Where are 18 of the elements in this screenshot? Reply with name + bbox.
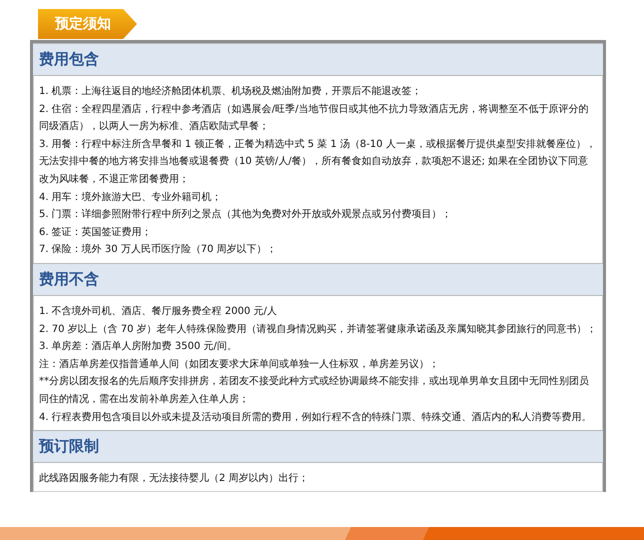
list-item: 4. 用车：境外旅游大巴、专业外籍司机； <box>39 190 223 205</box>
list-item: 2. 住宿：全程四星酒店，行程中参考酒店（如遇展会/旺季/当地节假日或其他不抗力导致酒店无房，将调整至不低于原评分的同级酒店），以两人一房为标准、酒店欧陆式早餐； <box>39 102 590 134</box>
section-heading: 费用包含 <box>33 43 603 76</box>
list-item: 2. 70 岁以上（含 70 岁）老年人特殊保险费用（请视自身情况购买，并请签署健康承诺函及亲属知晓其参团旅行的同意书）； <box>39 322 597 337</box>
section-tag: 预定须知 <box>38 9 137 39</box>
list-item: 此线路因服务能力有限，无法接待婴儿（2 周岁以内）出行； <box>39 472 310 486</box>
list-item: **分房以团友报名的先后顺序安排拼房，若团友不接受此种方式或经协调最终不能安排，或出现单男单女且团中无同性别团员同住的情况，需在出发前补单房差入住单人房； <box>39 374 590 407</box>
list-item: 7. 保险：境外 30 万人民币医疗险（70 周岁以下）； <box>39 242 278 258</box>
list-item: 1. 机票：上海往返目的地经济舱团体机票、机场税及燃油附加费，开票后不能退改签； <box>39 84 423 99</box>
list-item: 3. 单房差：酒店单人房附加费 3500 元/间。 <box>39 340 238 354</box>
list-item: 3. 用餐：行程中标注所含早餐和 1 顿正餐，正餐为精选中式 5 菜 1 汤（8-10 人一桌，或根据餐厅提供桌型安排就餐座位），无法安排中餐的地方将安排当地餐或退餐费（10 英镑/人/餐），所有餐食如自动放弃，款项恕不退还; 如果在全团协议下同意改为风味餐，不退正常团餐费用； <box>39 138 597 187</box>
list-item: 4. 行程表费用包含项目以外或未提及活动项目所需的费用，例如行程不含的特殊门票、特殊交通、酒店内的私人消费等费用。 <box>39 410 593 424</box>
list-item: 6. 签证：英国签证费用； <box>39 226 153 240</box>
section-heading: 费用不含 <box>33 262 603 296</box>
section-heading: 预订限制 <box>33 430 603 464</box>
list-item: 注：酒店单房差仅指普通单人间（如团友要求大床单间或单独一人住标双，单房差另议）； <box>39 358 440 372</box>
list-item: 5. 门票：详细参照附带行程中所列之景点（其他为免费对外开放或外观景点或另付费项目）； <box>39 208 453 222</box>
list-item: 1. 不含境外司机、酒店、餐厅服务费全程 2000 元/人 <box>39 304 278 319</box>
